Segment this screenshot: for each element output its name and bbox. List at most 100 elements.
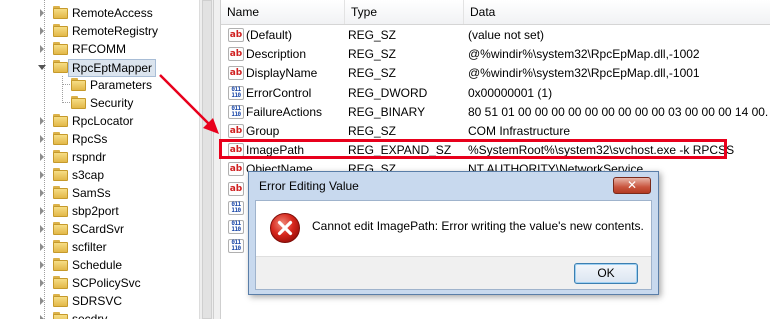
value-type: REG_SZ	[348, 28, 397, 42]
tree-item[interactable]: SDRSVC	[0, 292, 213, 310]
value-type: REG_DWORD	[348, 85, 428, 100]
expand-arrow-icon[interactable]	[40, 153, 44, 161]
dialog-message: Cannot edit ImagePath: Error writing the…	[312, 219, 644, 233]
column-header-data[interactable]: Data	[464, 0, 770, 24]
tree-child-item[interactable]: Parameters	[0, 76, 213, 94]
tree-item-label: RemoteAccess	[72, 6, 153, 20]
column-header-type[interactable]: Type	[345, 0, 464, 24]
tree-item-label: SCardSvr	[72, 222, 125, 236]
expand-arrow-icon[interactable]	[40, 45, 44, 53]
expand-arrow-icon[interactable]	[40, 225, 44, 233]
expand-arrow-icon[interactable]	[40, 279, 44, 287]
value-row[interactable]: ab DisplayName REG_SZ @%windir%\system32\Rp…	[221, 64, 770, 83]
tree-item-label: rspndr	[72, 150, 107, 164]
tree-item[interactable]: s3cap	[0, 166, 213, 184]
folder-icon	[53, 294, 69, 307]
expand-arrow-icon[interactable]	[40, 9, 44, 17]
folder-icon	[53, 312, 69, 319]
expand-arrow-icon[interactable]	[40, 27, 44, 35]
string-value-icon: ab	[228, 47, 244, 62]
string-value-icon: ab	[228, 162, 244, 177]
registry-key-tree[interactable]: RemoteAccess RemoteRegistry RFCOMM RpcEptMa…	[0, 0, 213, 319]
tree-item[interactable]: scfilter	[0, 238, 213, 256]
tree-item[interactable]: RemoteRegistry	[0, 22, 213, 40]
tree-guide-line	[62, 102, 70, 103]
tree-item-label: Parameters	[90, 78, 153, 92]
collapse-arrow-icon[interactable]	[38, 65, 46, 74]
tree-item-label: RFCOMM	[72, 42, 126, 56]
folder-icon	[53, 114, 69, 127]
tree-item-label: RemoteRegistry	[72, 24, 159, 38]
string-value-icon: ab	[228, 28, 244, 42]
tree-item-label: RpcLocator	[72, 114, 134, 128]
folder-icon	[53, 240, 69, 253]
value-type: REG_SZ	[348, 47, 397, 62]
list-header: Name Type Data	[221, 0, 770, 25]
expand-arrow-icon[interactable]	[40, 135, 44, 143]
tree-item[interactable]: Schedule	[0, 256, 213, 274]
tree-item-label: RpcEptMapper	[68, 59, 157, 77]
value-data: @%windir%\system32\RpcEpMap.dll,-1001	[468, 66, 700, 81]
folder-icon	[71, 96, 87, 109]
value-type: REG_SZ	[348, 66, 397, 81]
dialog-body: Cannot edit ImagePath: Error writing the…	[255, 200, 652, 290]
expand-arrow-icon[interactable]	[40, 117, 44, 125]
tree-child-item[interactable]: Security	[0, 94, 213, 112]
tree-item[interactable]: RFCOMM	[0, 40, 213, 58]
tree-scrollbar-thumb[interactable]	[202, 0, 212, 319]
string-value-icon: ab	[228, 66, 244, 81]
value-name: FailureActions	[246, 104, 323, 119]
folder-icon	[53, 42, 69, 55]
tree-item[interactable]: RpcEptMapper	[0, 58, 213, 77]
folder-icon	[53, 222, 69, 235]
binary-value-icon: 011 110	[228, 200, 244, 215]
tree-item-label: SCPolicySvc	[72, 276, 141, 290]
value-name: Description	[246, 47, 307, 62]
tree-item[interactable]: sbp2port	[0, 202, 213, 220]
pane-splitter[interactable]	[213, 0, 221, 319]
folder-icon	[53, 204, 69, 217]
tree-item[interactable]: RpcSs	[0, 130, 213, 148]
column-header-name[interactable]: Name	[221, 0, 345, 24]
value-row[interactable]: ab Description REG_SZ @%windir%\system32\Rp…	[221, 45, 770, 64]
string-value-icon: ab	[228, 181, 244, 196]
folder-icon	[53, 132, 69, 145]
tree-item[interactable]: RpcLocator	[0, 112, 213, 130]
folder-icon	[53, 60, 69, 73]
tree-item[interactable]: SCardSvr	[0, 220, 213, 238]
expand-arrow-icon[interactable]	[40, 171, 44, 179]
expand-arrow-icon[interactable]	[40, 315, 44, 319]
tree-item-label: SDRSVC	[72, 294, 123, 308]
folder-icon	[53, 186, 69, 199]
ok-button[interactable]: OK	[574, 263, 638, 284]
binary-value-icon: 011 110	[228, 239, 244, 254]
error-icon	[270, 213, 300, 243]
expand-arrow-icon[interactable]	[40, 207, 44, 215]
tree-item[interactable]: RemoteAccess	[0, 4, 213, 22]
expand-arrow-icon[interactable]	[40, 297, 44, 305]
value-row[interactable]: 011 110 ErrorControl REG_DWORD 0x00000001 (1…	[221, 84, 770, 103]
value-name: DisplayName	[246, 66, 318, 81]
dialog-close-button[interactable]: ✕	[613, 177, 651, 194]
tree-item[interactable]: SamSs	[0, 184, 213, 202]
tree-item-label: s3cap	[72, 168, 105, 182]
tree-scrollbar[interactable]	[199, 0, 214, 319]
dialog-title: Error Editing Value	[259, 179, 359, 193]
value-row[interactable]: 011 110 FailureActions REG_BINARY 80 51 01 0…	[221, 103, 770, 122]
tree-item-label: RpcSs	[72, 132, 108, 146]
expand-arrow-icon[interactable]	[40, 189, 44, 197]
expand-arrow-icon[interactable]	[40, 243, 44, 251]
folder-icon	[53, 6, 69, 19]
tree-item[interactable]: SCPolicySvc	[0, 274, 213, 292]
folder-icon	[71, 78, 87, 91]
tree-item[interactable]: rspndr	[0, 148, 213, 166]
folder-icon	[53, 150, 69, 163]
value-data: @%windir%\system32\RpcEpMap.dll,-1002	[468, 47, 700, 62]
value-row[interactable]: ab (Default) REG_SZ (value not set)	[221, 26, 770, 45]
expand-arrow-icon[interactable]	[40, 261, 44, 269]
tree-item[interactable]: secdrv	[0, 310, 213, 319]
binary-value-icon: 011 110	[228, 85, 244, 100]
tree-item-label: Schedule	[72, 258, 123, 272]
tree-item-label: secdrv	[72, 312, 108, 319]
value-data: 80 51 01 00 00 00 00 00 00 00 00 00 03 0…	[468, 104, 768, 119]
